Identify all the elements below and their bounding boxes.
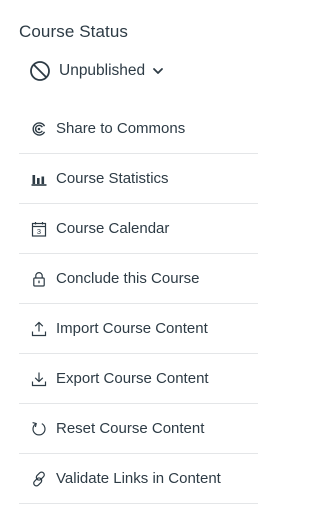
- course-actions-menu: Share to Commons Course Statistics 3 Cou…: [19, 104, 258, 504]
- download-icon: [31, 371, 47, 387]
- upload-icon: [31, 321, 47, 337]
- menu-item-export-content[interactable]: Export Course Content: [19, 354, 258, 404]
- reset-icon: [31, 421, 47, 437]
- menu-item-course-statistics[interactable]: Course Statistics: [19, 154, 258, 204]
- course-status-heading: Course Status: [19, 22, 129, 41]
- calendar-icon: 3: [31, 221, 47, 237]
- menu-item-label: Import Course Content: [56, 320, 208, 337]
- menu-item-label: Share to Commons: [56, 120, 186, 137]
- menu-item-conclude-course[interactable]: Conclude this Course: [19, 254, 258, 304]
- menu-item-label: Validate Links in Content: [56, 470, 221, 487]
- menu-item-label: Conclude this Course: [56, 270, 200, 287]
- chevron-down-icon: [152, 65, 164, 77]
- menu-item-label: Course Calendar: [56, 220, 170, 237]
- menu-item-validate-links[interactable]: Validate Links in Content: [19, 454, 258, 504]
- menu-item-course-calendar[interactable]: 3 Course Calendar: [19, 204, 258, 254]
- unpublished-icon: [29, 60, 51, 82]
- menu-item-import-content[interactable]: Import Course Content: [19, 304, 258, 354]
- menu-item-share-to-commons[interactable]: Share to Commons: [19, 104, 258, 154]
- menu-item-reset-content[interactable]: Reset Course Content: [19, 404, 258, 454]
- course-status-panel: Course Status Unpublished Share to Commo…: [0, 0, 272, 517]
- menu-item-label: Course Statistics: [56, 170, 169, 187]
- publish-status-dropdown[interactable]: Unpublished: [29, 58, 164, 84]
- bar-chart-icon: [31, 171, 47, 187]
- menu-item-label: Reset Course Content: [56, 420, 205, 437]
- lock-icon: [31, 271, 47, 287]
- menu-item-label: Export Course Content: [56, 370, 209, 387]
- calendar-day-number: 3: [37, 227, 41, 236]
- link-icon: [31, 471, 47, 487]
- publish-status-label: Unpublished: [59, 62, 146, 79]
- commons-icon: [31, 121, 47, 137]
